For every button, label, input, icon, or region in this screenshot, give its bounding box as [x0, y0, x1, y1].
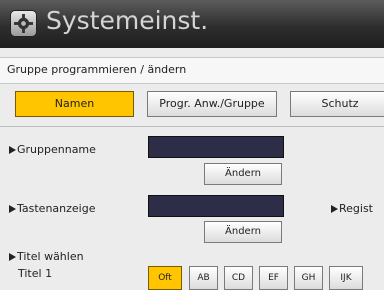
title-option-ef[interactable]: EF	[259, 266, 288, 290]
breadcrumb: Gruppe programmieren / ändern	[7, 63, 187, 76]
arrow-right-icon	[9, 146, 16, 154]
arrow-right-icon	[331, 205, 338, 213]
title-bar: Systemeinst.	[0, 0, 384, 48]
register-label: Regist	[331, 202, 373, 215]
key-display-field[interactable]	[148, 195, 284, 217]
arrow-right-icon	[9, 253, 16, 261]
tab-progr-anw-gruppe[interactable]: Progr. Anw./Gruppe	[147, 91, 277, 117]
title-option-ab[interactable]: AB	[189, 266, 218, 290]
title-select-label: Titel wählen	[9, 250, 84, 263]
breadcrumb-bar: Gruppe programmieren / ändern	[0, 57, 384, 84]
title-option-cd[interactable]: CD	[224, 266, 253, 290]
tab-namen[interactable]: Namen	[15, 91, 134, 117]
title-option-gh[interactable]: GH	[294, 266, 323, 290]
group-name-change-button[interactable]: Ändern	[204, 163, 282, 185]
key-display-label: Tastenanzeige	[9, 202, 95, 215]
title-1-label: Titel 1	[18, 267, 53, 280]
gear-icon	[10, 10, 37, 37]
key-display-text: Tastenanzeige	[17, 202, 96, 215]
group-name-text: Gruppenname	[17, 143, 96, 156]
key-display-change-button[interactable]: Ändern	[204, 221, 282, 243]
title-option-oft[interactable]: Oft	[148, 266, 182, 290]
tab-schutz[interactable]: Schutz	[290, 91, 384, 117]
divider	[0, 126, 384, 127]
title-select-text: Titel wählen	[17, 250, 84, 263]
group-name-field[interactable]	[148, 136, 284, 158]
title-option-ijk[interactable]: IJK	[329, 266, 363, 290]
register-text: Regist	[339, 202, 373, 215]
group-name-label: Gruppenname	[9, 143, 96, 156]
arrow-right-icon	[9, 205, 16, 213]
window-title: Systemeinst.	[46, 6, 209, 35]
